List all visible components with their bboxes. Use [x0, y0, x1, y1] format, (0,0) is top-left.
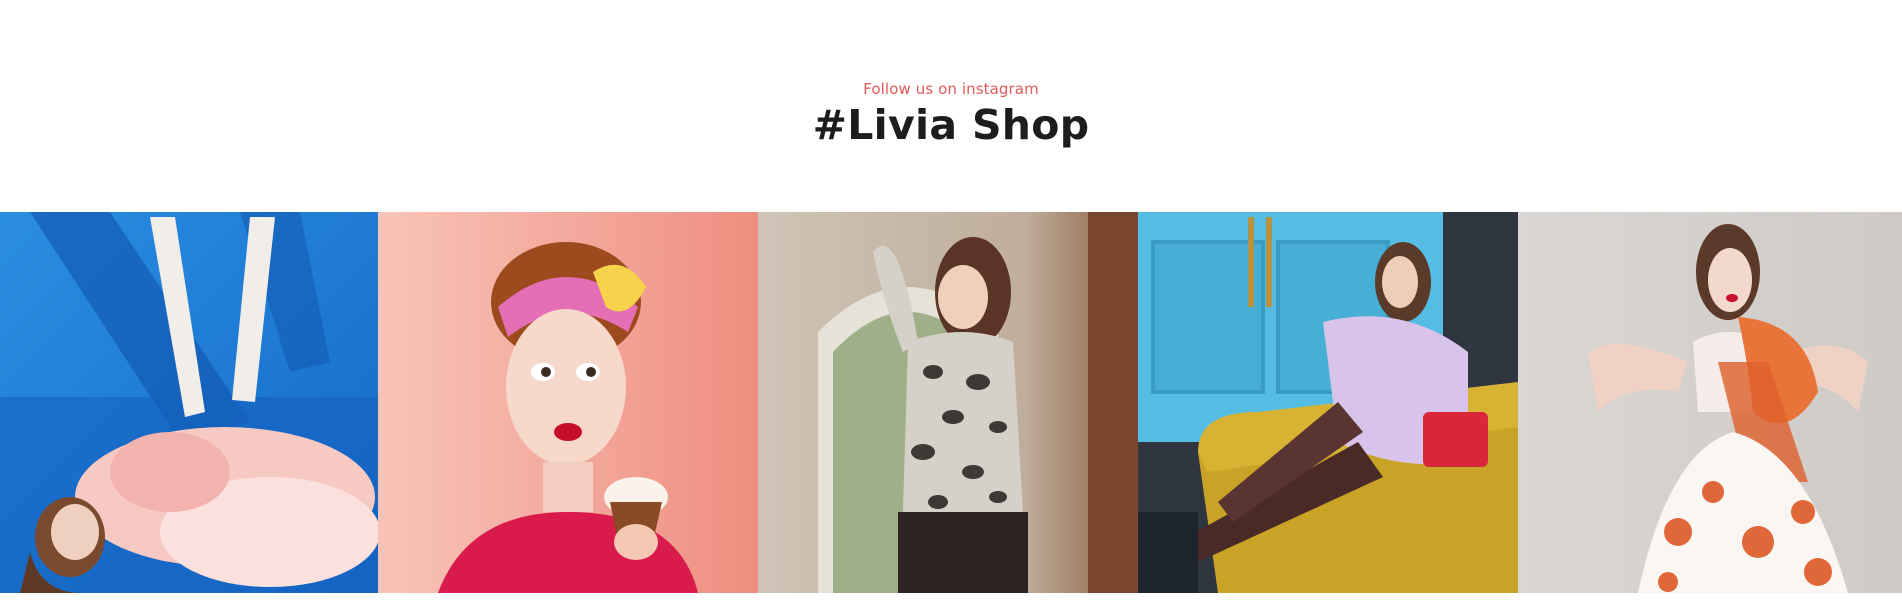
instagram-photo-2[interactable]	[378, 212, 758, 593]
photo-hover-overlay	[0, 212, 378, 593]
instagram-photo-3[interactable]	[758, 212, 1138, 593]
photo-hover-overlay	[758, 212, 1138, 593]
photo-hover-overlay	[1518, 212, 1902, 593]
instagram-photo-5[interactable]	[1518, 212, 1902, 593]
instagram-title: #Livia Shop	[812, 101, 1090, 149]
instagram-photo-4[interactable]	[1138, 212, 1518, 593]
instagram-photo-1[interactable]	[0, 212, 378, 593]
instagram-subtitle: Follow us on instagram	[863, 80, 1039, 98]
photo-hover-overlay	[378, 212, 758, 593]
instagram-gallery	[0, 212, 1902, 593]
instagram-section-header: Follow us on instagram #Livia Shop	[0, 0, 1902, 212]
photo-hover-overlay	[1138, 212, 1518, 593]
